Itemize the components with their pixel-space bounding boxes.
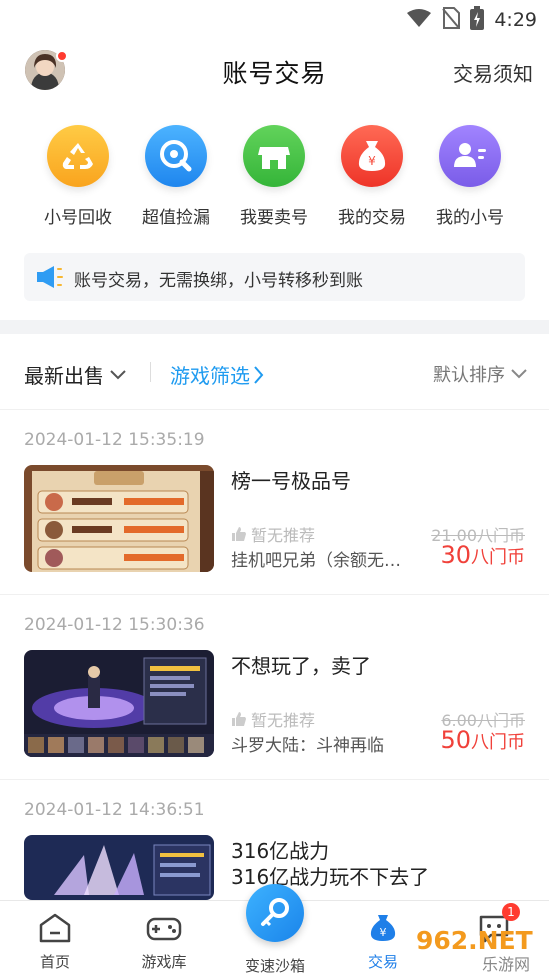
svg-text:¥: ¥ (368, 154, 376, 168)
listing-title: 316亿战力 316亿战力玩不下去了 (231, 839, 430, 889)
game-filter-button[interactable]: 游戏筛选 (170, 360, 264, 389)
game-filter-label: 游戏筛选 (170, 364, 250, 388)
money-bag-icon: ¥ (341, 125, 403, 187)
shop-icon (243, 125, 305, 187)
chevron-down-icon (511, 369, 527, 379)
filter-bar: 最新出售 游戏筛选 默认排序 (0, 334, 549, 410)
sort-dropdown[interactable]: 默认排序 (433, 361, 527, 387)
listing-price: 30八门币 (440, 541, 525, 569)
latest-sale-label: 最新出售 (24, 364, 104, 388)
listing-item[interactable]: 2024-01-12 15:30:36 不想玩了，卖了 暂无推荐 6.00八门币… (0, 595, 549, 780)
filter-separator (150, 362, 151, 382)
recommend-label: 暂无推荐 (251, 526, 316, 545)
recycle-icon (47, 125, 109, 187)
listing-time: 2024-01-12 14:36:51 (24, 800, 205, 820)
watermark-brand: 962.NET (416, 926, 533, 955)
nav-home-label: 首页 (39, 953, 70, 971)
listing-item[interactable]: 2024-01-12 14:36:51 316亿战力 316亿战力玩不下去了 (0, 780, 549, 900)
wifi-icon (406, 8, 432, 32)
listing-game-name: 挂机吧兄弟（余额无… (231, 551, 401, 571)
no-sim-icon (442, 7, 461, 33)
money-bag-icon: ¥ (370, 915, 396, 941)
nav-trade-label: 交易 (367, 953, 398, 971)
recommend-status: 暂无推荐 (231, 707, 315, 731)
quick-action-sell[interactable]: 我要卖号 (226, 125, 322, 228)
key-icon (261, 898, 289, 927)
nav-trade[interactable]: ¥ 交易 (343, 913, 423, 972)
thumbs-up-icon (232, 712, 246, 726)
magnifier-icon (145, 125, 207, 187)
price-value: 50 (440, 726, 471, 754)
announcement-bar: 账号交易，无需换绑，小号转移秒到账 (24, 253, 525, 301)
recommend-label: 暂无推荐 (251, 711, 316, 730)
user-card-icon (439, 125, 501, 187)
listing-thumbnail (24, 465, 214, 572)
nav-game-library-label: 游戏库 (141, 953, 187, 971)
listing-game-name: 斗罗大陆：斗神再临 (231, 736, 384, 756)
quick-actions: 小号回收 超值捡漏 我要卖号 ¥ 我的交易 我的小号 (0, 125, 549, 235)
gamepad-icon (146, 917, 182, 941)
trade-notice-link[interactable]: 交易须知 (453, 58, 533, 87)
home-icon (39, 913, 71, 943)
chevron-down-icon (110, 369, 126, 379)
listing-title: 不想玩了，卖了 (231, 654, 371, 678)
battery-charging-icon (470, 6, 485, 34)
announcement-text: 账号交易，无需换绑，小号转移秒到账 (74, 271, 363, 291)
chevron-right-icon (254, 365, 264, 384)
listing-item[interactable]: 2024-01-12 15:35:19 榜一号极品号 暂无推荐 21.00八门币… (0, 410, 549, 595)
quick-action-label: 小号回收 (44, 208, 112, 228)
watermark-logo: 962.NET 乐游网 (412, 923, 546, 975)
listing-thumbnail (24, 835, 214, 900)
listing-time: 2024-01-12 15:35:19 (24, 430, 205, 450)
nav-sandbox-label: 变速沙箱 (244, 957, 305, 975)
svg-text:¥: ¥ (380, 926, 387, 939)
status-time: 4:29 (494, 9, 537, 31)
quick-action-my-accounts[interactable]: 我的小号 (422, 125, 518, 228)
bottom-nav: 首页 游戏库 变速沙箱 ¥ 交易 1 962.NET 乐游网 (0, 884, 549, 977)
sort-label: 默认排序 (433, 365, 505, 386)
header: 账号交易 交易须知 (0, 38, 549, 106)
price-unit: 八门币 (471, 547, 525, 568)
listing-time: 2024-01-12 15:30:36 (24, 615, 205, 635)
nav-game-library[interactable]: 游戏库 (124, 913, 204, 972)
listing-price: 50八门币 (440, 726, 525, 754)
thumbs-up-icon (232, 527, 246, 541)
listing-title: 榜一号极品号 (231, 469, 351, 493)
recommend-status: 暂无推荐 (231, 522, 315, 546)
price-value: 30 (440, 541, 471, 569)
quick-action-bargain[interactable]: 超值捡漏 (128, 125, 224, 228)
listing-thumbnail (24, 650, 214, 757)
quick-action-recycle[interactable]: 小号回收 (30, 125, 126, 228)
megaphone-icon (36, 265, 64, 293)
message-count-badge: 1 (502, 903, 520, 921)
quick-action-my-trades[interactable]: ¥ 我的交易 (324, 125, 420, 228)
quick-action-label: 我的交易 (338, 208, 406, 228)
status-bar: 4:29 (0, 0, 549, 38)
price-unit: 八门币 (471, 732, 525, 753)
quick-action-label: 超值捡漏 (142, 208, 210, 228)
quick-action-label: 我要卖号 (240, 208, 308, 228)
section-divider (0, 320, 549, 334)
nav-home[interactable]: 首页 (15, 913, 95, 972)
latest-sale-dropdown[interactable]: 最新出售 (24, 360, 126, 389)
quick-action-label: 我的小号 (436, 208, 504, 228)
watermark-sub: 乐游网 (482, 955, 530, 974)
nav-sandbox-button[interactable] (246, 884, 304, 942)
